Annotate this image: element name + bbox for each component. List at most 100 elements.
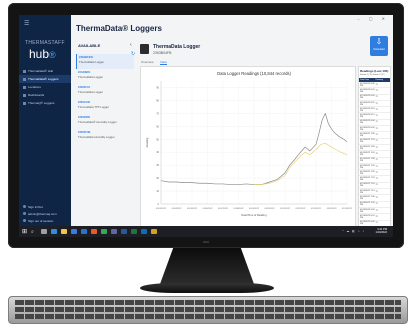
- sidebar-item-label: Dashboards: [28, 93, 45, 97]
- y-tick-label: 20: [156, 177, 159, 180]
- search-icon[interactable]: ⌕: [31, 229, 34, 235]
- monitor-logo: [203, 241, 209, 243]
- readings-legend: Sensor 1 (°F) Sensor 2 (°F): [360, 74, 385, 76]
- reading-value: 72: [375, 215, 378, 218]
- window-controls[interactable]: – ▢ ✕: [357, 16, 389, 21]
- reading-time: 01/13/2022 7:53 PM: [360, 139, 375, 144]
- sidebar-nav: ThermaData® Hub ThermaData® Loggers Loca…: [19, 67, 71, 107]
- reading-value: 72: [375, 222, 378, 225]
- list-item[interactable]: 22A29B01 ThermaData Logger: [76, 69, 134, 84]
- taskbar-app-task-view-icon[interactable]: [41, 229, 47, 234]
- sidebar-item-label: ThermaQ® Loggers: [28, 101, 55, 105]
- hub-logo-mark: ®: [49, 50, 56, 60]
- x-tick-label: 01/09/2022: [249, 208, 260, 210]
- reading-time: 01/13/2022 7:58 PM: [360, 133, 375, 138]
- taskbar-app-store-icon[interactable]: [71, 229, 77, 234]
- sidebar-item-locations[interactable]: Locations: [19, 83, 71, 91]
- refresh-icon[interactable]: ↻: [131, 51, 135, 57]
- reading-time: 01/13/2022 7:28 PM: [360, 170, 375, 175]
- y-tick-label: 60: [156, 125, 159, 128]
- reading-value: 72: [375, 209, 378, 212]
- reading-time: 01/13/2022 7:38 PM: [360, 158, 375, 163]
- sidebar-item-hub[interactable]: ThermaData® Hub: [19, 67, 71, 75]
- thermometer-icon: [23, 101, 26, 105]
- reading-value: 72: [375, 96, 378, 99]
- windows-start-icon[interactable]: ⊞: [22, 228, 27, 235]
- keyboard-row: [15, 300, 401, 305]
- sidebar-item-label: Sign out of session: [28, 218, 54, 223]
- download-button[interactable]: ⇩ Download: [370, 36, 388, 56]
- sidebar-item-dashboards[interactable]: Dashboards: [19, 91, 71, 99]
- logger-serial: 22A29B01: [78, 71, 91, 74]
- reading-value: 72: [375, 190, 378, 193]
- list-item[interactable]: 2393B04FB ThermaData Logger: [76, 54, 134, 69]
- user-icon: [23, 205, 26, 208]
- list-item[interactable]: 230036D9 ThermaData® Humidity Logger: [76, 114, 134, 129]
- list-item[interactable]: 23004A06 ThermaData TTP Logger: [76, 99, 134, 114]
- logger-serial: 230036D9: [78, 116, 90, 119]
- download-icon: ⇩: [375, 37, 383, 46]
- system-tray[interactable]: ^ ☁ ◧ ⌁ ♪: [342, 229, 365, 233]
- sidebar-item-account[interactable]: admin@thermaq.com: [19, 210, 71, 217]
- taskbar-app-teams-icon[interactable]: [111, 229, 117, 234]
- sidebar-item-sign-in[interactable]: Sign in/Out: [19, 203, 71, 210]
- tab-data[interactable]: Data: [160, 60, 167, 65]
- sidebar-item-sign-out[interactable]: Sign out of session: [19, 217, 71, 224]
- chevron-left-icon[interactable]: ‹: [130, 42, 132, 48]
- logger-name: ThermaData Logger: [79, 60, 105, 64]
- taskbar-app-word-icon[interactable]: [121, 229, 127, 234]
- keyboard-row: [15, 307, 401, 312]
- hamburger-icon[interactable]: ☰: [24, 20, 29, 27]
- reading-value: 72: [375, 115, 378, 118]
- taskbar-app-chrome-icon[interactable]: [101, 229, 107, 234]
- y-tick-label: 40: [156, 151, 159, 154]
- list-item[interactable]: 23003C01 ThermaData Logger: [76, 84, 134, 99]
- readings-chart[interactable]: Data Logger Readings (10,844 records) 0 10…: [141, 67, 355, 227]
- reading-time: 01/13/2022 8:03 PM: [360, 126, 375, 131]
- readings-panel: Readings (Last 100) Sensor 1 (°F) Sensor…: [358, 66, 391, 237]
- column-header[interactable]: Reading: [375, 79, 391, 81]
- clock[interactable]: 9:41 PM 1/13/2022: [375, 228, 387, 234]
- taskbar-app-thermadata-icon[interactable]: [91, 229, 97, 234]
- taskbar-app-file-explorer-icon[interactable]: [61, 229, 67, 234]
- reading-time: 01/13/2022 7:18 PM: [360, 183, 375, 188]
- reading-value: 72: [375, 184, 378, 187]
- keyboard: [8, 296, 408, 324]
- sidebar: ☰ THERMASTAFF hub® ThermaData® Hub Therm…: [19, 15, 71, 230]
- reading-value: 72: [375, 83, 378, 86]
- reading-time: 01/13/2022 6:48 PM: [360, 221, 375, 226]
- sidebar-item-loggers[interactable]: ThermaData® Loggers: [19, 75, 71, 83]
- tab-overview[interactable]: Overview: [141, 60, 154, 64]
- taskbar-app-edge-icon[interactable]: [51, 229, 57, 234]
- taskbar-app-mail-icon[interactable]: [81, 229, 87, 234]
- taskbar-app-photos-icon[interactable]: [151, 229, 157, 234]
- logger-serial: 23004A06: [78, 101, 90, 104]
- list-item[interactable]: 23005C0B ThermaData Humidity Logger: [76, 129, 134, 144]
- reading-time: 01/13/2022 8:23 PM: [360, 101, 375, 106]
- reading-time: 01/13/2022 7:08 PM: [360, 195, 375, 200]
- reading-value: 71: [375, 165, 378, 168]
- sidebar-item-thermaq[interactable]: ThermaQ® Loggers: [19, 99, 71, 107]
- logger-name: ThermaData® Humidity Logger: [78, 120, 117, 124]
- logger-list-title: AVAILABLE: [78, 43, 101, 48]
- y-tick-label: 0: [158, 203, 160, 206]
- taskbar: ⊞ ⌕ ^ ☁ ◧ ⌁ ♪ 9:41 PM 1/13/2022: [19, 226, 393, 237]
- title-bar: – ▢ ✕: [71, 15, 393, 21]
- screen: – ▢ ✕ ☰ THERMASTAFF hub® ThermaData® Hub…: [19, 15, 393, 237]
- x-tick-label: 01/13/2022: [311, 208, 322, 210]
- y-tick-label: 70: [156, 112, 159, 115]
- logger-list-panel: AVAILABLE ‹ ↻ 2393B04FB ThermaData Logger…: [76, 42, 135, 223]
- readings-table-body: 01/13/2022 8:38 PM 72 01/13/2022 8:33 PM 72…: [359, 82, 390, 237]
- y-tick-label: 10: [156, 190, 159, 193]
- y-tick-label: 80: [156, 99, 159, 102]
- taskbar-app-outlook-icon[interactable]: [141, 229, 147, 234]
- logger-name: ThermaData Humidity Logger: [78, 135, 115, 139]
- taskbar-app-excel-icon[interactable]: [131, 229, 137, 234]
- column-header[interactable]: Date/Time: [359, 79, 375, 81]
- reading-value: 72: [375, 178, 378, 181]
- hub-icon: [23, 69, 26, 73]
- sidebar-item-label: ThermaData® Loggers: [28, 77, 59, 81]
- y-axis-label: Reading: [145, 137, 149, 147]
- logger-serial: 23005C0B: [78, 131, 91, 134]
- reading-time: 01/13/2022 7:33 PM: [360, 164, 375, 169]
